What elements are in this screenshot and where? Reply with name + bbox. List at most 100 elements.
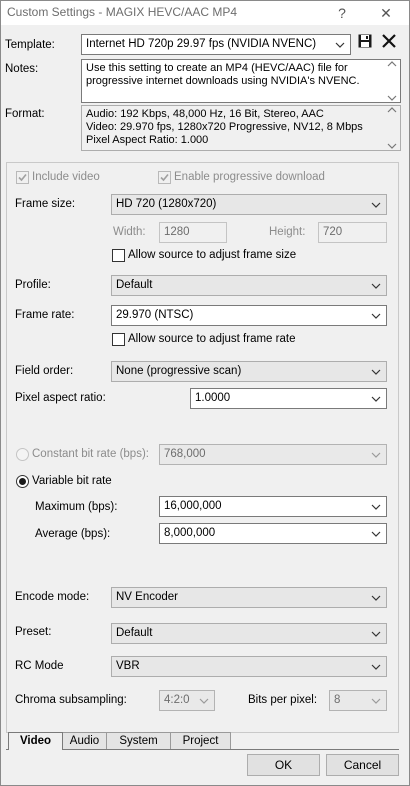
chevron-down-icon	[370, 588, 382, 607]
chevron-down-icon	[370, 657, 382, 676]
format-line: Video: 29.970 fps, 1280x720 Progressive,…	[86, 121, 363, 133]
chevron-down-icon	[370, 389, 382, 408]
cbr-value: 768,000	[164, 448, 206, 460]
progressive-download-checkbox[interactable]	[158, 171, 171, 184]
cbr-label: Constant bit rate (bps):	[32, 448, 149, 460]
vbr-label: Variable bit rate	[32, 475, 112, 487]
include-video-checkbox[interactable]	[16, 171, 29, 184]
bits-per-pixel-label: Bits per pixel:	[248, 694, 318, 706]
field-order-value: None (progressive scan)	[116, 365, 242, 377]
width-field[interactable]: 1280	[159, 222, 227, 243]
checkmark-icon	[18, 173, 27, 182]
allow-frame-rate-checkbox[interactable]	[112, 333, 125, 346]
bits-per-pixel-dropdown[interactable]: 8	[329, 690, 387, 711]
maximum-value: 16,000,000	[164, 500, 222, 512]
chevron-down-icon	[370, 276, 382, 295]
chevron-down-icon	[370, 524, 382, 543]
profile-value: Default	[116, 279, 153, 291]
notes-textarea[interactable]: Use this setting to create an MP4 (HEVC/…	[81, 59, 401, 103]
format-line: Audio: 192 Kbps, 48,000 Hz, 16 Bit, Ster…	[86, 108, 324, 120]
cancel-button[interactable]: Cancel	[326, 754, 399, 776]
rc-mode-dropdown[interactable]: VBR	[111, 656, 387, 677]
frame-size-label: Frame size:	[15, 198, 76, 210]
chevron-down-icon	[370, 195, 382, 214]
help-button[interactable]: ?	[327, 3, 357, 23]
format-summary: Audio: 192 Kbps, 48,000 Hz, 16 Bit, Ster…	[81, 105, 401, 151]
pixel-aspect-value: 1.0000	[195, 392, 231, 404]
title-bar[interactable]: Custom Settings - MAGIX HEVC/AAC MP4 ? ✕	[1, 1, 409, 25]
chevron-down-icon	[370, 497, 382, 516]
include-video-label: Include video	[32, 171, 100, 183]
encode-mode-dropdown[interactable]: NV Encoder	[111, 587, 387, 608]
chroma-value: 4:2:0	[164, 694, 190, 706]
tab-baseline	[6, 749, 399, 750]
chevron-down-icon	[370, 306, 382, 325]
preset-label: Preset:	[15, 626, 52, 638]
height-label: Height:	[269, 226, 306, 238]
allow-frame-rate-label: Allow source to adjust frame rate	[128, 333, 296, 345]
scroll-down-icon	[387, 95, 397, 101]
rc-mode-label: RC Mode	[15, 660, 64, 672]
chevron-down-icon	[370, 362, 382, 381]
delete-template-icon[interactable]	[381, 33, 399, 51]
ok-button[interactable]: OK	[247, 754, 320, 776]
frame-size-dropdown[interactable]: HD 720 (1280x720)	[111, 194, 387, 215]
tab-video[interactable]: Video	[8, 732, 63, 750]
profile-label: Profile:	[15, 279, 51, 291]
maximum-combobox[interactable]: 16,000,000	[159, 496, 387, 517]
frame-rate-combobox[interactable]: 29.970 (NTSC)	[111, 305, 387, 326]
bits-per-pixel-value: 8	[334, 694, 341, 706]
custom-settings-window: Custom Settings - MAGIX HEVC/AAC MP4 ? ✕…	[0, 0, 410, 786]
average-combobox[interactable]: 8,000,000	[159, 523, 387, 544]
format-scrollbar[interactable]	[384, 106, 400, 150]
preset-value: Default	[116, 627, 153, 639]
template-label: Template:	[5, 39, 55, 51]
encode-mode-label: Encode mode:	[15, 591, 90, 603]
vbr-radio[interactable]	[16, 475, 29, 488]
allow-frame-size-checkbox[interactable]	[112, 249, 125, 262]
chroma-dropdown[interactable]: 4:2:0	[159, 690, 215, 711]
scroll-up-icon	[387, 107, 397, 113]
chevron-down-icon	[370, 624, 382, 643]
average-label: Average (bps):	[35, 528, 111, 540]
checkmark-icon	[160, 173, 169, 182]
width-label: Width:	[113, 226, 146, 238]
template-value: Internet HD 720p 29.97 fps (NVIDIA NVENC…	[86, 38, 317, 50]
notes-scrollbar[interactable]	[384, 60, 400, 102]
save-icon[interactable]	[357, 33, 375, 51]
scroll-up-icon	[387, 61, 397, 67]
tab-system[interactable]: System	[107, 732, 171, 749]
template-dropdown[interactable]: Internet HD 720p 29.97 fps (NVIDIA NVENC…	[81, 34, 351, 55]
tab-audio[interactable]: Audio	[63, 732, 107, 749]
scroll-down-icon	[387, 143, 397, 149]
maximum-label: Maximum (bps):	[35, 501, 118, 513]
format-label: Format:	[5, 108, 45, 120]
chevron-down-icon	[370, 445, 382, 464]
frame-size-value: HD 720 (1280x720)	[116, 198, 217, 210]
chevron-down-icon	[198, 691, 210, 710]
progressive-download-label: Enable progressive download	[174, 171, 325, 183]
encode-mode-value: NV Encoder	[116, 591, 179, 603]
chevron-down-icon	[370, 691, 382, 710]
notes-line: progressive internet downloads using NVI…	[86, 75, 360, 87]
field-order-dropdown[interactable]: None (progressive scan)	[111, 361, 387, 382]
close-button[interactable]: ✕	[371, 3, 401, 23]
field-order-label: Field order:	[15, 365, 74, 377]
radio-selected-dot	[19, 478, 26, 485]
window-title: Custom Settings - MAGIX HEVC/AAC MP4	[7, 5, 238, 19]
chevron-down-icon	[334, 35, 346, 54]
height-field[interactable]: 720	[318, 222, 387, 243]
frame-rate-value: 29.970 (NTSC)	[116, 309, 194, 321]
frame-rate-label: Frame rate:	[15, 309, 75, 321]
cbr-radio[interactable]	[16, 448, 29, 461]
notes-line: Use this setting to create an MP4 (HEVC/…	[86, 62, 348, 74]
chroma-label: Chroma subsampling:	[15, 694, 127, 706]
cbr-dropdown[interactable]: 768,000	[159, 444, 387, 465]
pixel-aspect-combobox[interactable]: 1.0000	[190, 388, 387, 409]
average-value: 8,000,000	[164, 527, 216, 539]
profile-dropdown[interactable]: Default	[111, 275, 387, 296]
notes-label: Notes:	[5, 63, 39, 75]
tab-project[interactable]: Project	[171, 732, 231, 749]
preset-dropdown[interactable]: Default	[111, 623, 387, 644]
pixel-aspect-label: Pixel aspect ratio:	[15, 392, 106, 404]
